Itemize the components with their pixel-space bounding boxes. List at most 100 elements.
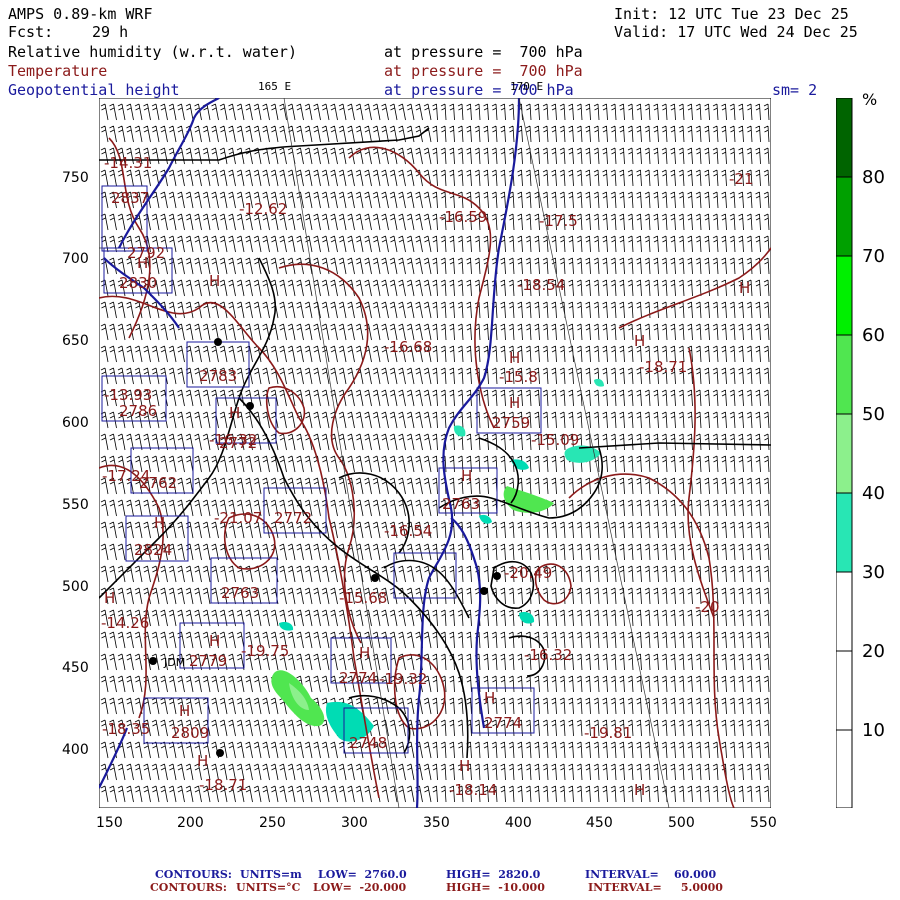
temp-label: -14.31 bbox=[104, 154, 152, 172]
high-marker: H bbox=[154, 514, 165, 532]
y-tick-label: 450 bbox=[62, 660, 89, 676]
map-frame bbox=[99, 98, 771, 808]
high-marker: H bbox=[359, 644, 370, 662]
station-dot bbox=[371, 574, 379, 582]
x-tick-label: 500 bbox=[668, 815, 695, 831]
temp-label: -18.71 bbox=[199, 776, 247, 794]
footer-temp-units: UNITS=°C bbox=[236, 881, 301, 894]
y-tick-label: 400 bbox=[62, 742, 89, 758]
height-label: 2772 bbox=[274, 509, 312, 527]
temp-label: -19.75 bbox=[241, 642, 289, 660]
high-marker: H bbox=[179, 702, 190, 720]
variable-height-level: at pressure = 700 hPa bbox=[384, 81, 574, 99]
station-dot bbox=[149, 657, 157, 665]
colorbar-segment-50 bbox=[836, 335, 852, 414]
high-marker: H bbox=[509, 394, 520, 412]
height-label: 2759 bbox=[492, 414, 530, 432]
footer-height-high: HIGH= 2820.0 bbox=[446, 868, 541, 881]
high-marker: H bbox=[459, 757, 470, 775]
colorbar-label: 30 bbox=[862, 562, 885, 583]
temp-label: -16.54 bbox=[384, 522, 432, 540]
model-title: AMPS 0.89-km WRF bbox=[8, 5, 153, 23]
height-label: 2763 bbox=[221, 584, 259, 602]
colorbar-segment-40 bbox=[836, 414, 852, 493]
temp-label: -15.68 bbox=[339, 589, 387, 607]
height-label: 2783 bbox=[199, 367, 237, 385]
variable-height: Geopotential height bbox=[8, 81, 180, 99]
height-label: 2748 bbox=[349, 734, 387, 752]
high-marker: H bbox=[209, 272, 220, 290]
high-marker: H bbox=[209, 632, 220, 650]
rh-colorbar bbox=[836, 98, 853, 808]
temp-label: -20 bbox=[695, 598, 720, 616]
height-label: 2772 bbox=[219, 434, 257, 452]
y-tick-label: 600 bbox=[62, 415, 89, 431]
valid-time: Valid: 17 UTC Wed 24 Dec 25 bbox=[614, 23, 858, 41]
longitude-marker-165e: 165 E bbox=[258, 80, 292, 93]
high-marker: H bbox=[739, 279, 750, 297]
temp-label: -18.35 bbox=[102, 720, 150, 738]
variable-temp: Temperature bbox=[8, 62, 108, 80]
temp-label: -15.8 bbox=[499, 368, 538, 386]
temp-label: -18.54 bbox=[517, 276, 565, 294]
forecast-label: Fcst: bbox=[8, 23, 54, 41]
footer-height-low: LOW= 2760.0 bbox=[318, 868, 407, 881]
high-marker: H bbox=[137, 254, 148, 272]
footer-height-interval: INTERVAL= 60.000 bbox=[585, 868, 717, 881]
colorbar-label: 80 bbox=[862, 167, 885, 188]
station-dot bbox=[246, 402, 254, 410]
high-marker: H bbox=[509, 349, 520, 367]
high-marker: H bbox=[461, 467, 472, 485]
x-tick-label: 200 bbox=[177, 815, 204, 831]
x-tick-label: 150 bbox=[96, 815, 123, 831]
temp-label: -16.68 bbox=[384, 338, 432, 356]
colorbar-segment-80 bbox=[836, 98, 852, 177]
height-label: 2774 bbox=[484, 714, 522, 732]
y-tick-label: 500 bbox=[62, 579, 89, 595]
station-dot bbox=[216, 749, 224, 757]
high-marker: H bbox=[634, 781, 645, 799]
temp-label: -21 bbox=[729, 170, 754, 188]
height-label: 2779 bbox=[189, 652, 227, 670]
longitude-marker-170e: 170 E bbox=[510, 80, 544, 93]
y-tick-label: 550 bbox=[62, 497, 89, 513]
height-label: 2774 bbox=[339, 669, 377, 687]
y-tick-label: 650 bbox=[62, 333, 89, 349]
colorbar-segment-10 bbox=[836, 651, 852, 730]
temp-label: -16.32 bbox=[524, 646, 572, 664]
high-marker: H bbox=[197, 752, 208, 770]
colorbar-label: 40 bbox=[862, 483, 885, 504]
height-label: 2763 bbox=[442, 495, 480, 513]
x-tick-label: 550 bbox=[750, 815, 777, 831]
footer-height-label: CONTOURS: bbox=[155, 868, 232, 881]
temp-label: -19.32 bbox=[379, 670, 427, 688]
colorbar-segment-70 bbox=[836, 177, 852, 256]
colorbar-label: 20 bbox=[862, 641, 885, 662]
height-label: 2830 bbox=[119, 274, 157, 292]
x-tick-label: 250 bbox=[259, 815, 286, 831]
height-label: 2809 bbox=[171, 724, 209, 742]
temp-label: -19.81 bbox=[584, 724, 632, 742]
x-tick-label: 350 bbox=[423, 815, 450, 831]
temp-label: -12.62 bbox=[239, 200, 287, 218]
height-label: 2762 bbox=[139, 474, 177, 492]
init-time: Init: 12 UTC Tue 23 Dec 25 bbox=[614, 5, 849, 23]
x-tick-label: 450 bbox=[586, 815, 613, 831]
footer-temp-label: CONTOURS: bbox=[150, 881, 227, 894]
high-marker: H bbox=[104, 589, 115, 607]
station-dot bbox=[493, 572, 501, 580]
temp-label: -18.14 bbox=[449, 781, 497, 799]
temp-label: -16.59 bbox=[439, 208, 487, 226]
variable-temp-level: at pressure = 700 hPa bbox=[384, 62, 583, 80]
footer-height-units: UNITS=m bbox=[240, 868, 302, 881]
station-label: JDM bbox=[163, 656, 185, 669]
colorbar-segment-0 bbox=[836, 730, 852, 808]
y-tick-label: 700 bbox=[62, 251, 89, 267]
colorbar-label: 60 bbox=[862, 325, 885, 346]
high-marker: H bbox=[229, 404, 240, 422]
footer-temp-low: LOW= -20.000 bbox=[313, 881, 407, 894]
colorbar-label: 10 bbox=[862, 720, 885, 741]
x-tick-label: 300 bbox=[341, 815, 368, 831]
temp-label: -15.09 bbox=[531, 431, 579, 449]
colorbar-label: 70 bbox=[862, 246, 885, 267]
